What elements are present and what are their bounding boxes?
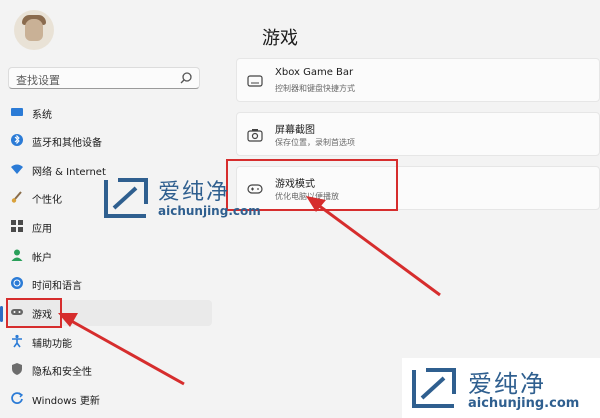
avatar-face — [25, 19, 43, 41]
card-title: 屏幕截图 — [275, 125, 315, 136]
xbox-gamebar-icon — [247, 75, 263, 87]
person-icon — [11, 249, 23, 261]
bluetooth-icon — [11, 134, 23, 146]
sidebar-item-accounts[interactable]: 帐户 — [8, 243, 212, 269]
sidebar-item-time-language[interactable]: 时间和语言 — [8, 271, 212, 297]
sidebar-item-privacy[interactable]: 隐私和安全性 — [8, 357, 212, 383]
brush-icon — [11, 191, 22, 203]
aichunjing-logo-icon — [104, 178, 148, 218]
monitor-icon — [11, 108, 23, 116]
watermark-url-text: aichunjing.com — [158, 204, 261, 218]
sidebar-item-windows-update[interactable]: Windows 更新 — [8, 386, 212, 412]
card-description: 控制器和键盘快捷方式 — [275, 84, 355, 93]
page-title: 游戏 — [262, 28, 298, 49]
watermark-corner: 爱纯净 aichunjing.com — [402, 358, 600, 418]
globe-clock-icon — [11, 277, 23, 289]
watermark-cn-text: 爱纯净 — [158, 180, 231, 205]
shield-icon — [12, 363, 22, 375]
card-description: 保存位置，录制首选项 — [275, 138, 355, 147]
watermark-cn-text: 爱纯净 — [468, 370, 546, 398]
sidebar-item-label: 网络 & Internet — [32, 167, 106, 178]
card-xbox-game-bar[interactable]: Xbox Game Bar 控制器和键盘快捷方式 — [236, 58, 600, 102]
sidebar-item-accessibility[interactable]: 辅助功能 — [8, 329, 212, 355]
search-icon[interactable] — [179, 71, 193, 85]
sidebar-item-label: Windows 更新 — [32, 396, 100, 407]
camera-icon — [247, 129, 263, 142]
active-indicator — [0, 306, 3, 322]
search-input[interactable]: 查找设置 — [8, 67, 200, 89]
sidebar-item-label: 个性化 — [32, 195, 62, 206]
card-title: Xbox Game Bar — [275, 67, 354, 78]
sidebar-item-label: 系统 — [32, 110, 52, 121]
watermark-inline: 爱纯净 aichunjing.com — [100, 172, 261, 226]
search-placeholder: 查找设置 — [16, 74, 60, 87]
sidebar-item-label: 帐户 — [32, 253, 52, 264]
update-icon — [11, 392, 24, 404]
sidebar-item-label: 蓝牙和其他设备 — [32, 138, 102, 149]
sidebar-item-label: 辅助功能 — [32, 339, 72, 350]
sidebar-item-bluetooth[interactable]: 蓝牙和其他设备 — [8, 128, 212, 154]
sidebar-item-label: 应用 — [32, 224, 52, 235]
avatar[interactable] — [14, 10, 54, 50]
sidebar-item-label: 时间和语言 — [32, 281, 82, 292]
apps-icon — [11, 220, 23, 232]
card-captures[interactable]: 屏幕截图 保存位置，录制首选项 — [236, 112, 600, 156]
sidebar-item-label: 隐私和安全性 — [32, 367, 92, 378]
highlight-gaming-nav — [6, 298, 62, 328]
accessibility-icon — [12, 334, 22, 348]
watermark-url-text: aichunjing.com — [468, 396, 580, 411]
aichunjing-logo-icon — [412, 368, 456, 408]
sidebar-item-system[interactable]: 系统 — [8, 100, 212, 126]
wifi-icon — [11, 164, 23, 174]
